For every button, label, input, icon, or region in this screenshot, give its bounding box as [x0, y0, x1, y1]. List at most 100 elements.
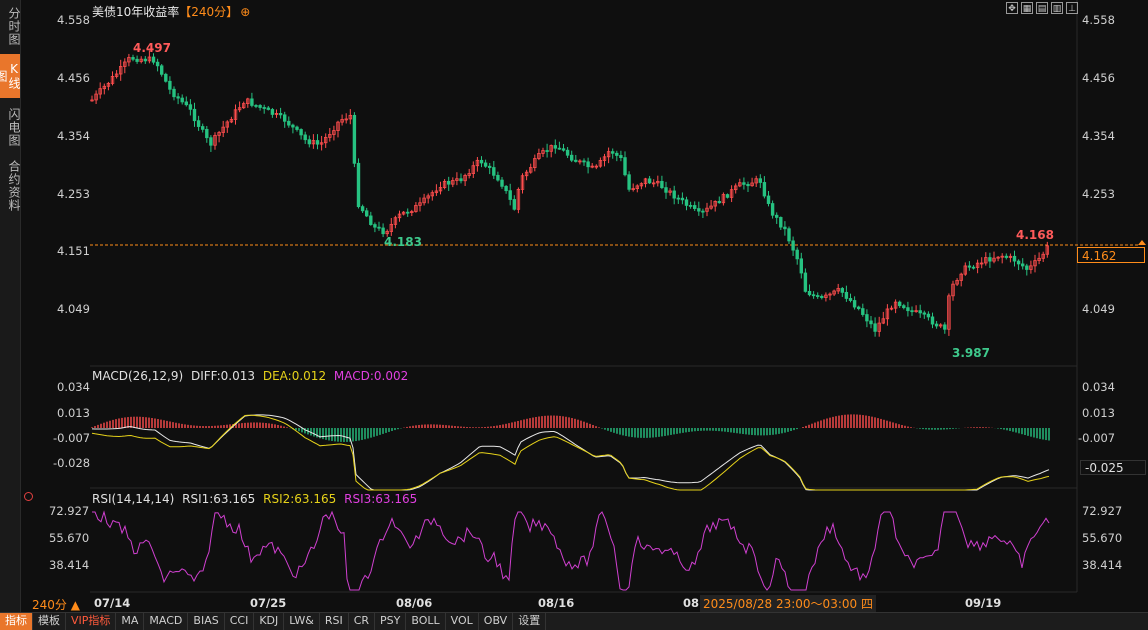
candle-body [676, 197, 680, 200]
date-label-1: 07/25 [250, 596, 287, 610]
candle-body [865, 314, 869, 322]
candle-body [287, 120, 291, 126]
candle-body [1025, 265, 1029, 270]
candle-body [155, 61, 160, 67]
layout-icon[interactable]: ▥ [1051, 2, 1063, 14]
candle-body [1021, 263, 1025, 267]
date-label-5: 09/19 [965, 596, 1002, 610]
candle-body [852, 300, 857, 308]
price-tick-left-3: 4.253 [57, 187, 90, 201]
candle-body [869, 320, 873, 325]
candle-body [487, 165, 492, 168]
chart-toolbar: ✥ ▦ ▤ ▥ ⊥ [1006, 2, 1078, 14]
candle-body [799, 258, 803, 274]
candle-body [910, 310, 914, 313]
instrument-name: 美债10年收益率 [92, 5, 180, 19]
candle-body [918, 310, 922, 314]
candle-body [1004, 255, 1008, 258]
candle-body [282, 114, 287, 122]
indicator-lw[interactable]: LW& [284, 613, 320, 630]
indicator-macd[interactable]: MACD [144, 613, 189, 630]
candle-body [405, 211, 410, 214]
candle-body [967, 265, 972, 268]
rsi-settings-icon[interactable] [24, 492, 33, 501]
chart-canvas[interactable] [0, 0, 1148, 612]
indicator-rsi[interactable]: RSI [320, 613, 349, 630]
period-select[interactable]: 240分 ▲ [32, 596, 80, 613]
indicator-ma[interactable]: MA [116, 613, 145, 630]
vip-indicator-tab[interactable]: VIP指标 [66, 613, 117, 630]
candle-body [623, 157, 627, 176]
candle-body [898, 301, 902, 307]
candle-body [906, 307, 910, 312]
candle-body [360, 206, 365, 212]
candle-body [922, 312, 926, 315]
rsi2: RSI2:63.165 [263, 492, 337, 506]
settings-tab[interactable]: 设置 [513, 613, 547, 630]
candle-body [902, 305, 906, 309]
candle-body [672, 190, 676, 199]
macd-tick-right-0: 0.034 [1082, 380, 1115, 394]
candle-body [307, 139, 311, 145]
indicator-boll[interactable]: BOLL [406, 613, 446, 630]
candle-body [717, 201, 721, 204]
candle-body [180, 97, 184, 103]
crosshair-time-label: 2025/08/28 23:00～03:00 四 [700, 595, 876, 612]
indicator-cr[interactable]: CR [349, 613, 376, 630]
candle-body [364, 210, 369, 217]
candle-body [766, 195, 771, 204]
chart-title: 美债10年收益率【240分】 ⊕ [92, 3, 250, 20]
price-tick-right-3: 4.253 [1082, 187, 1115, 201]
candle-body [164, 73, 168, 82]
candle-body [816, 295, 820, 297]
candle-body [582, 160, 586, 163]
candle-body [168, 80, 172, 90]
macd-diff: DIFF:0.013 [190, 369, 256, 383]
candle-body [209, 137, 213, 146]
candle-body [159, 65, 164, 75]
rsi-tick-right-2: 38.414 [1082, 558, 1123, 572]
high-annotation: 4.497 [133, 41, 171, 55]
candle-body [1012, 255, 1017, 262]
candle-body [926, 313, 931, 318]
candle-body [570, 154, 574, 161]
candle-body [508, 190, 512, 200]
indicator-cci[interactable]: CCI [225, 613, 255, 630]
indicator-vol[interactable]: VOL [446, 613, 479, 630]
candle-body [356, 162, 361, 208]
grid-icon[interactable]: ▦ [1021, 2, 1033, 14]
candle-body [680, 197, 685, 201]
indicator-obv[interactable]: OBV [479, 613, 514, 630]
candle-body [803, 272, 808, 292]
candle-body [557, 147, 562, 150]
candle-body [131, 57, 135, 60]
candle-body [373, 224, 377, 228]
macd-tick-right-2: -0.007 [1078, 431, 1116, 445]
template-tab[interactable]: 模板 [33, 613, 66, 630]
indicator-bias[interactable]: BIAS [188, 613, 225, 630]
rsi3: RSI3:63.165 [344, 492, 418, 506]
book-icon[interactable]: ▤ [1036, 2, 1048, 14]
candle-body [561, 148, 566, 151]
indicator-tab[interactable]: 指标 [0, 613, 33, 630]
macd-tick-left-3: -0.028 [53, 456, 91, 470]
expand-icon[interactable]: ✥ [1006, 2, 1018, 14]
candle-body [848, 298, 853, 301]
date-label-0: 07/14 [94, 596, 131, 610]
candle-body [496, 174, 500, 181]
indicator-psy[interactable]: PSY [375, 613, 407, 630]
date-label-3: 08/16 [538, 596, 575, 610]
indicator-kdj[interactable]: KDJ [254, 613, 285, 630]
candle-body [647, 178, 652, 184]
current-price-tag: 4.162 [1077, 247, 1145, 263]
add-indicator-icon[interactable]: ⊕ [240, 5, 250, 19]
candle-body [930, 316, 935, 325]
candle-body [787, 228, 791, 242]
candle-body [369, 215, 373, 225]
down-icon[interactable]: ⊥ [1066, 2, 1078, 14]
candle-body [151, 56, 156, 63]
candle-body [660, 180, 664, 189]
candle-body [172, 88, 176, 98]
candle-body [701, 210, 705, 213]
candle-body [504, 185, 508, 192]
